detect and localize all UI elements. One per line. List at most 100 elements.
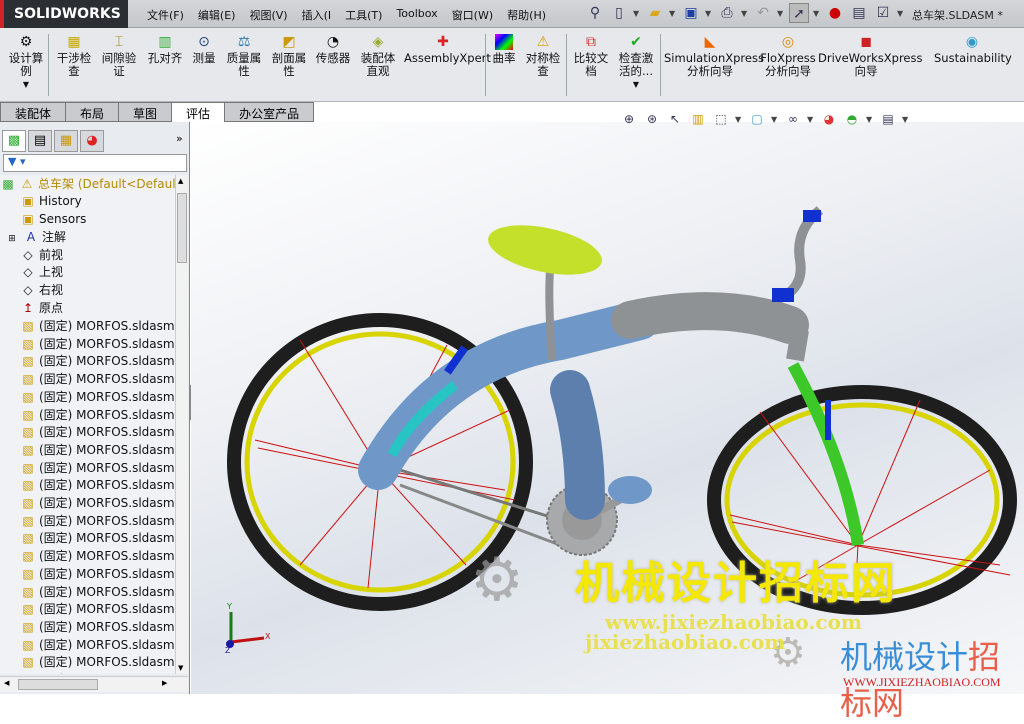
clearance-verification-button[interactable]: ⌶ 间隙验证	[99, 34, 139, 78]
tree-vertical-scrollbar[interactable]: ▲ ▼	[175, 175, 188, 674]
sustainability-button[interactable]: ◉ Sustainability	[934, 34, 1012, 65]
menu-tools[interactable]: 工具(T)	[338, 0, 389, 28]
menu-file[interactable]: 文件(F)	[140, 0, 191, 28]
tab-assembly[interactable]: 装配体	[0, 102, 67, 122]
chevron-down-icon[interactable]: ▼	[741, 9, 749, 18]
chevron-down-icon[interactable]: ▼	[902, 115, 910, 124]
driveworksxpress-button[interactable]: ◼ DriveWorksXpress 向导	[818, 34, 922, 78]
tree-item-component[interactable]: ▧(固定) MORFOS.sldasm-	[20, 600, 175, 618]
tree-item-component[interactable]: ▧(固定) MORFOS.sldasm-	[20, 388, 175, 406]
sensor-button[interactable]: ◔ 传感器	[314, 34, 352, 65]
chevron-down-icon[interactable]: ▼	[866, 115, 874, 124]
hole-alignment-button[interactable]: ▥ 孔对齐	[144, 34, 186, 65]
zoom-to-area-icon[interactable]: ⊛	[643, 110, 661, 128]
tree-item-component[interactable]: ▧(固定) MORFOS.sldasm-	[20, 565, 175, 583]
chevron-down-icon[interactable]: ▼	[771, 115, 779, 124]
chevron-down-icon[interactable]: ▼	[735, 115, 743, 124]
tree-item-history[interactable]: ▣ History	[20, 192, 81, 210]
tree-item-component[interactable]: ▧(固定) MORFOS.sldasm-	[20, 512, 175, 530]
property-manager-icon[interactable]: ▤	[28, 130, 52, 152]
file-properties-icon[interactable]: ▤	[849, 3, 869, 23]
undo-icon[interactable]: ↶	[753, 3, 773, 23]
chevron-down-icon[interactable]: ▼	[669, 9, 677, 18]
chevron-down-icon[interactable]: ▼	[777, 9, 785, 18]
tree-item-origin[interactable]: ↥ 原点	[20, 299, 63, 317]
tree-filter[interactable]: ▼ ▾	[3, 154, 187, 172]
measure-button[interactable]: ⊙ 测量	[190, 34, 218, 65]
interference-check-button[interactable]: ▦ 干涉检查	[54, 34, 94, 78]
simulationxpress-button[interactable]: ◣ SimulationXpress 分析向导	[664, 34, 764, 78]
chevron-down-icon[interactable]: ▼	[813, 9, 821, 18]
tree-item-component[interactable]: ▧(固定) MORFOS.sldasm-	[20, 459, 175, 477]
chevron-down-icon[interactable]: ▼	[705, 9, 713, 18]
design-study-button[interactable]: ⚙ 设计算例 ▼	[6, 34, 46, 91]
tree-item-component[interactable]: ▧(固定) MORFOS.sldasm-	[20, 476, 175, 494]
tree-item-sensors[interactable]: ▣ Sensors	[20, 210, 86, 228]
compare-documents-button[interactable]: ⧉ 比较文档	[571, 34, 611, 78]
tree-item-component[interactable]: ▧(固定) MORFOS.sldasm-	[20, 671, 175, 674]
menu-help[interactable]: 帮助(H)	[500, 0, 553, 28]
tree-item-component[interactable]: ▧(固定) MORFOS.sldasm-	[20, 494, 175, 512]
zoom-to-fit-icon[interactable]: ⊕	[620, 110, 638, 128]
tree-item-front-plane[interactable]: ◇ 前视	[20, 246, 63, 264]
tree-item-component[interactable]: ▧(固定) MORFOS.sldasm-	[20, 317, 175, 335]
assembly-visualization-button[interactable]: ◈ 装配体直观	[358, 34, 398, 78]
feature-manager-icon[interactable]: ▩	[2, 130, 26, 152]
hide-show-items-icon[interactable]: ∞	[784, 110, 802, 128]
tab-office-products[interactable]: 办公室产品	[224, 102, 315, 122]
menu-toolbox[interactable]: Toolbox	[389, 0, 444, 28]
tree-item-component[interactable]: ▧(固定) MORFOS.sldasm-	[20, 423, 175, 441]
mass-properties-button[interactable]: ⚖ 质量属性	[224, 34, 264, 78]
new-document-icon[interactable]: ▯	[609, 3, 629, 23]
floxpress-button[interactable]: ◎ FloXpress 分析向导	[760, 34, 816, 78]
open-folder-icon[interactable]: ▰	[645, 3, 665, 23]
rebuild-traffic-light-icon[interactable]: ●	[825, 3, 845, 23]
tree-item-component[interactable]: ▧(固定) MORFOS.sldasm-	[20, 547, 175, 565]
section-view-icon[interactable]: ▥	[689, 110, 707, 128]
scroll-thumb[interactable]	[18, 679, 98, 690]
curvature-button[interactable]: 曲率	[490, 34, 518, 65]
view-settings-icon[interactable]: ▤	[879, 110, 897, 128]
edit-appearance-icon[interactable]: ◕	[820, 110, 838, 128]
apply-scene-icon[interactable]: ◓	[843, 110, 861, 128]
previous-view-icon[interactable]: ↖	[666, 110, 684, 128]
tree-item-component[interactable]: ▧(固定) MORFOS.sldasm-	[20, 618, 175, 636]
tree-item-component[interactable]: ▧(固定) MORFOS.sldasm-	[20, 406, 175, 424]
tree-item-component[interactable]: ▧(固定) MORFOS.sldasm-	[20, 441, 175, 459]
tree-item-component[interactable]: ▧(固定) MORFOS.sldasm-	[20, 653, 175, 671]
chevron-down-icon[interactable]: ▼	[897, 9, 905, 18]
expand-panel-button[interactable]: »	[176, 132, 183, 145]
display-manager-icon[interactable]: ◕	[80, 130, 104, 152]
menu-window[interactable]: 窗口(W)	[445, 0, 500, 28]
options-list-icon[interactable]: ☑	[873, 3, 893, 23]
tree-item-annotations[interactable]: ⊞ A 注解	[4, 228, 66, 246]
view-orientation-icon[interactable]: ⬚	[712, 110, 730, 128]
tree-item-component[interactable]: ▧(固定) MORFOS.sldasm-	[20, 636, 175, 654]
chevron-down-icon[interactable]: ▼	[633, 9, 641, 18]
symmetry-check-button[interactable]: ⚠ 对称检查	[523, 34, 563, 78]
tab-sketch[interactable]: 草图	[118, 102, 173, 122]
tree-item-component[interactable]: ▧(固定) MORFOS.sldasm-	[20, 352, 175, 370]
tree-horizontal-scrollbar[interactable]: ◀ ▶	[0, 676, 188, 692]
check-active-button[interactable]: ✔ 检查激活的... ▼	[615, 34, 657, 91]
menu-view[interactable]: 视图(V)	[242, 0, 294, 28]
tree-item-top-plane[interactable]: ◇ 上视	[20, 263, 63, 281]
tree-item-component[interactable]: ▧(固定) MORFOS.sldasm-	[20, 370, 175, 388]
tree-root[interactable]: ▩ ⚠ 总车架 (Default<Default	[0, 175, 175, 193]
pin-icon[interactable]: ⚲	[585, 3, 605, 23]
section-properties-button[interactable]: ◩ 剖面属性	[269, 34, 309, 78]
configuration-manager-icon[interactable]: ▦	[54, 130, 78, 152]
tree-item-component[interactable]: ▧(固定) MORFOS.sldasm-	[20, 335, 175, 353]
tree-item-component[interactable]: ▧(固定) MORFOS.sldasm-	[20, 529, 175, 547]
chevron-down-icon[interactable]: ▼	[807, 115, 815, 124]
select-arrow-icon[interactable]: ➚	[789, 3, 809, 23]
tab-layout[interactable]: 布局	[65, 102, 120, 122]
save-icon[interactable]: ▣	[681, 3, 701, 23]
tree-item-right-plane[interactable]: ◇ 右视	[20, 281, 63, 299]
menu-insert[interactable]: 插入(I	[295, 0, 339, 28]
tab-evaluate[interactable]: 评估	[171, 102, 226, 124]
assemblyxpert-button[interactable]: ✚ AssemblyXpert	[404, 34, 491, 65]
display-style-icon[interactable]: ▢	[748, 110, 766, 128]
expand-plus-icon[interactable]: ⊞	[4, 230, 20, 248]
tree-item-component[interactable]: ▧(固定) MORFOS.sldasm-	[20, 583, 175, 601]
